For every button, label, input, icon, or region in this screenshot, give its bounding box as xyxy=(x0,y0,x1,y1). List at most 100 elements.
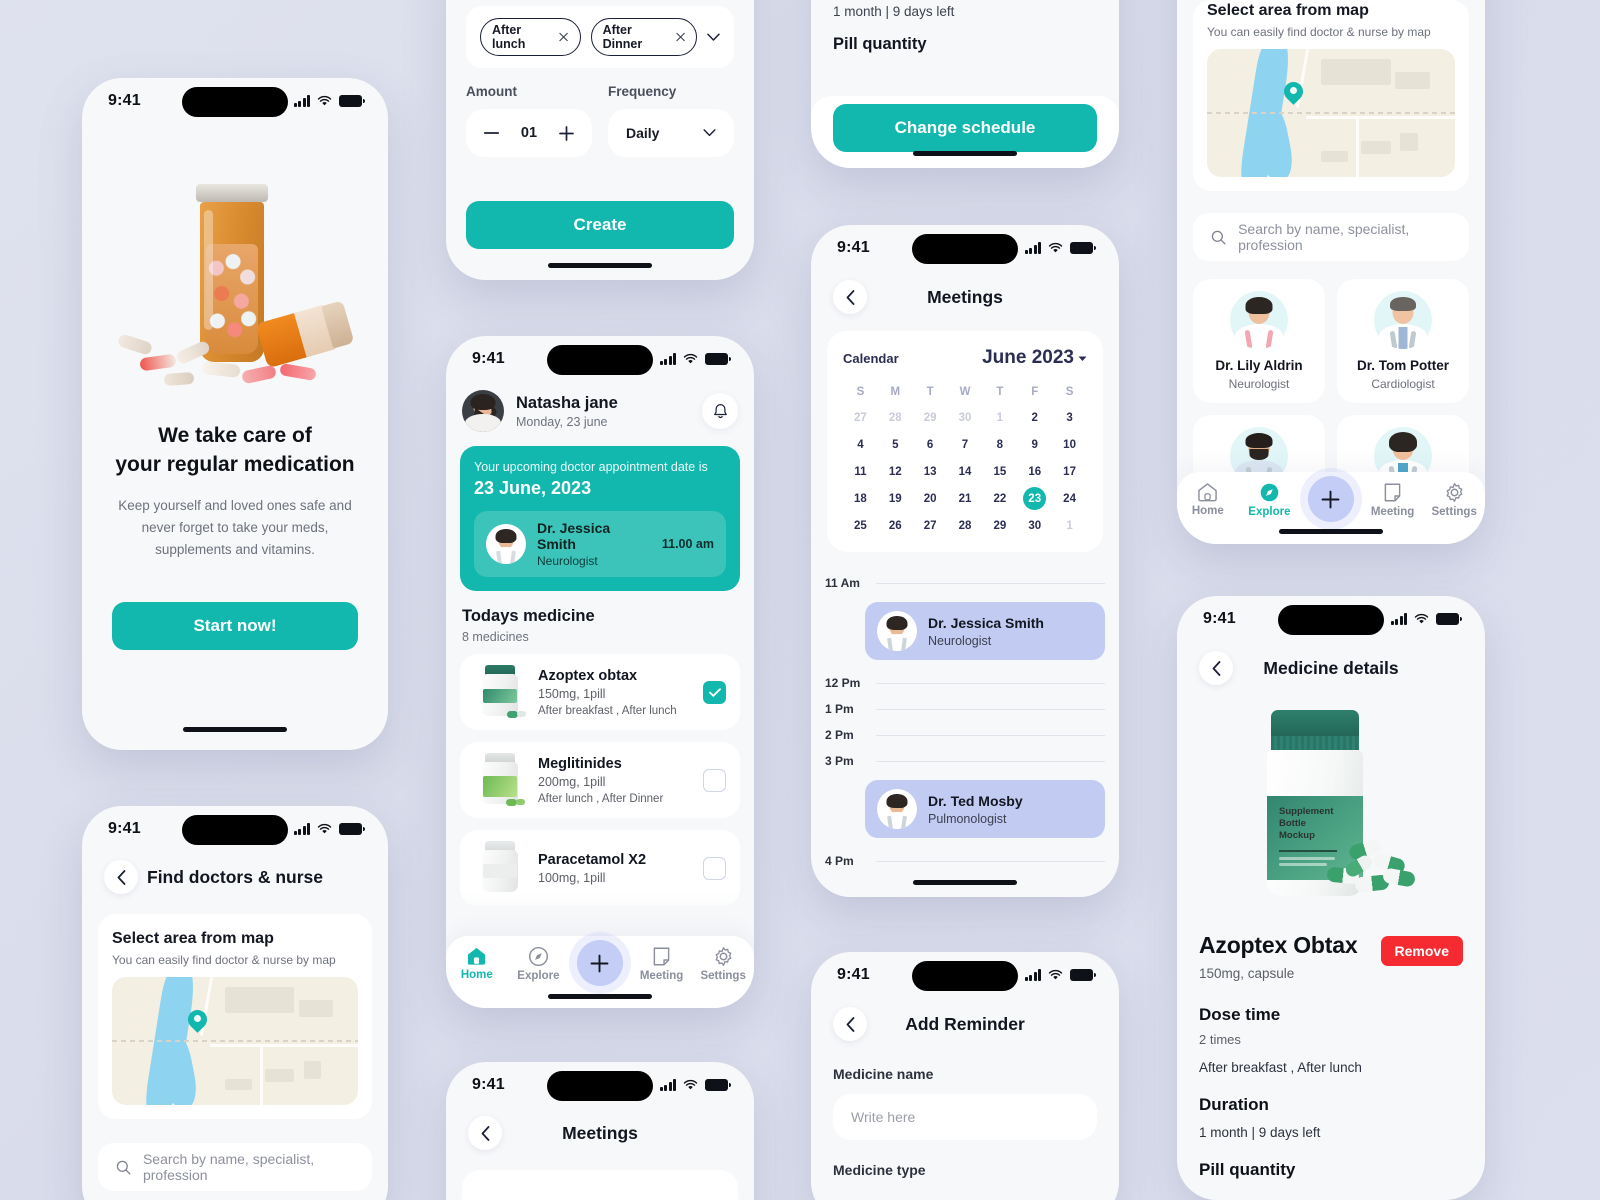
chevron-down-icon[interactable] xyxy=(707,33,720,42)
chevron-down-icon[interactable] xyxy=(703,129,716,137)
battery-icon xyxy=(1070,242,1096,254)
calendar-day[interactable]: 19 xyxy=(878,486,913,511)
calendar-day[interactable]: 11 xyxy=(843,459,878,484)
doctor-search-bar[interactable]: Search by name, specialist, profession xyxy=(98,1143,372,1191)
calendar-day[interactable]: 21 xyxy=(948,486,983,511)
calendar-day[interactable]: 16 xyxy=(1017,459,1052,484)
doctor-card[interactable]: Dr. Lily Aldrin Neurologist xyxy=(1193,279,1325,403)
medicine-row[interactable]: Meglitinides 200mg, 1pill After lunch , … xyxy=(460,742,740,818)
frequency-value: Daily xyxy=(626,125,660,141)
back-button[interactable] xyxy=(468,1116,502,1150)
medicine-checkbox[interactable] xyxy=(703,768,726,792)
calendar-day[interactable]: 27 xyxy=(913,513,948,538)
dose-chips-field[interactable]: After lunch After Dinner xyxy=(466,6,734,68)
calendar-day[interactable]: 5 xyxy=(878,432,913,457)
add-button[interactable] xyxy=(576,940,623,986)
calendar-day[interactable]: 3 xyxy=(1052,405,1087,430)
calendar-day[interactable]: 12 xyxy=(878,459,913,484)
calendar-day[interactable]: 18 xyxy=(843,486,878,511)
close-icon[interactable] xyxy=(676,32,685,42)
back-button[interactable] xyxy=(833,280,867,314)
calendar-day[interactable]: 24 xyxy=(1052,486,1087,511)
medicine-checkbox[interactable] xyxy=(703,856,726,880)
calendar-day[interactable]: 14 xyxy=(948,459,983,484)
calendar-day[interactable]: 6 xyxy=(913,432,948,457)
remove-button[interactable]: Remove xyxy=(1380,936,1463,966)
close-icon[interactable] xyxy=(559,32,569,42)
calendar-day[interactable]: 1 xyxy=(982,405,1017,430)
calendar-day[interactable]: 29 xyxy=(982,513,1017,538)
nav-item-settings[interactable]: Settings xyxy=(692,946,754,982)
medicine-name-input[interactable]: Write here xyxy=(833,1094,1097,1140)
amount-stepper[interactable]: 01 xyxy=(466,109,592,157)
nav-item-explore[interactable]: Explore xyxy=(1239,482,1301,518)
product-image: Supplement Bottle Mockup xyxy=(1177,688,1485,928)
calendar-day[interactable]: 25 xyxy=(843,513,878,538)
meeting-event-card[interactable]: Dr. Ted Mosby Pulmonologist xyxy=(865,780,1105,838)
calendar-day[interactable]: 28 xyxy=(948,513,983,538)
calendar-day-number: 20 xyxy=(923,492,937,505)
calendar-day[interactable]: 30 xyxy=(948,405,983,430)
calendar-grid[interactable]: 27 28 29 30 1 2 3 4 5 6 7 8 9 10 11 12 13 14 15 16 17 18 19 20 2… xyxy=(843,405,1087,538)
calendar-day[interactable]: 22 xyxy=(982,486,1017,511)
calendar-day[interactable]: 10 xyxy=(1052,432,1087,457)
map-location-pin[interactable] xyxy=(188,1010,207,1034)
medicine-checkbox[interactable] xyxy=(703,680,726,704)
back-button[interactable] xyxy=(104,860,138,894)
appointment-card[interactable]: Your upcoming doctor appointment date is… xyxy=(460,446,740,591)
plus-icon[interactable] xyxy=(559,125,574,141)
change-schedule-button[interactable]: Change schedule xyxy=(833,104,1097,152)
nav-item-meeting[interactable]: Meeting xyxy=(631,946,693,982)
back-button[interactable] xyxy=(833,1007,867,1041)
calendar-card[interactable]: Calendar June 2023 SMTWTFS 27 28 29 30 1 2 3 4 5… xyxy=(827,331,1103,552)
nav-item-home[interactable]: Home xyxy=(446,946,508,981)
create-button[interactable]: Create xyxy=(466,201,734,249)
calendar-day[interactable]: 30 xyxy=(1017,513,1052,538)
calendar-day[interactable]: 7 xyxy=(948,432,983,457)
meeting-event-card[interactable]: Dr. Jessica Smith Neurologist xyxy=(865,602,1105,660)
calendar-day[interactable]: 29 xyxy=(913,405,948,430)
calendar-day[interactable]: 13 xyxy=(913,459,948,484)
map-preview[interactable] xyxy=(112,977,358,1105)
frequency-select[interactable]: Daily xyxy=(608,109,734,157)
dose-chip[interactable]: After Dinner xyxy=(590,18,698,56)
add-button[interactable] xyxy=(1307,476,1354,522)
calendar-day-selected[interactable]: 23 xyxy=(1017,486,1052,511)
calendar-day[interactable]: 20 xyxy=(913,486,948,511)
notification-button[interactable] xyxy=(702,393,738,429)
status-icons xyxy=(659,353,731,365)
calendar-day[interactable]: 4 xyxy=(843,432,878,457)
doctor-card[interactable]: Dr. Tom Potter Cardiologist xyxy=(1337,279,1469,403)
avatar[interactable] xyxy=(462,390,504,432)
minus-icon[interactable] xyxy=(484,132,499,134)
calendar-day[interactable]: 17 xyxy=(1052,459,1087,484)
medicine-thumbnail xyxy=(474,841,526,895)
calendar-day[interactable]: 28 xyxy=(878,405,913,430)
medicine-row[interactable]: Azoptex obtax 150mg, 1pill After breakfa… xyxy=(460,654,740,730)
nav-item-explore[interactable]: Explore xyxy=(508,946,570,982)
back-button[interactable] xyxy=(1199,651,1233,685)
battery-icon xyxy=(705,353,731,365)
nav-item-add[interactable] xyxy=(1300,476,1362,522)
appointment-doctor-row[interactable]: Dr. Jessica Smith Neurologist 11.00 am xyxy=(474,511,726,577)
avatar xyxy=(877,611,917,651)
nav-item-meeting[interactable]: Meeting xyxy=(1362,482,1424,518)
calendar-day[interactable]: 26 xyxy=(878,513,913,538)
calendar-day[interactable]: 1 xyxy=(1052,513,1087,538)
dose-chip[interactable]: After lunch xyxy=(480,18,581,56)
doctor-search-bar[interactable]: Search by name, specialist, profession xyxy=(1193,213,1469,261)
calendar-day[interactable]: 2 xyxy=(1017,405,1052,430)
start-now-button[interactable]: Start now! xyxy=(112,602,358,650)
map-preview[interactable] xyxy=(1207,49,1455,177)
calendar-day[interactable]: 15 xyxy=(982,459,1017,484)
nav-item-settings[interactable]: Settings xyxy=(1423,482,1485,518)
phone-onboarding: 9:41 We take care of your regular medica… xyxy=(82,78,388,750)
nav-item-home[interactable]: Home xyxy=(1177,482,1239,517)
calendar-day[interactable]: 8 xyxy=(982,432,1017,457)
map-location-pin[interactable] xyxy=(1284,82,1303,106)
nav-item-add[interactable] xyxy=(569,940,631,986)
phone-find-doctors: 9:41 Find doctors & nurse Select area fr… xyxy=(82,806,388,1200)
calendar-day[interactable]: 27 xyxy=(843,405,878,430)
calendar-day[interactable]: 9 xyxy=(1017,432,1052,457)
month-selector[interactable]: June 2023 xyxy=(982,347,1087,369)
